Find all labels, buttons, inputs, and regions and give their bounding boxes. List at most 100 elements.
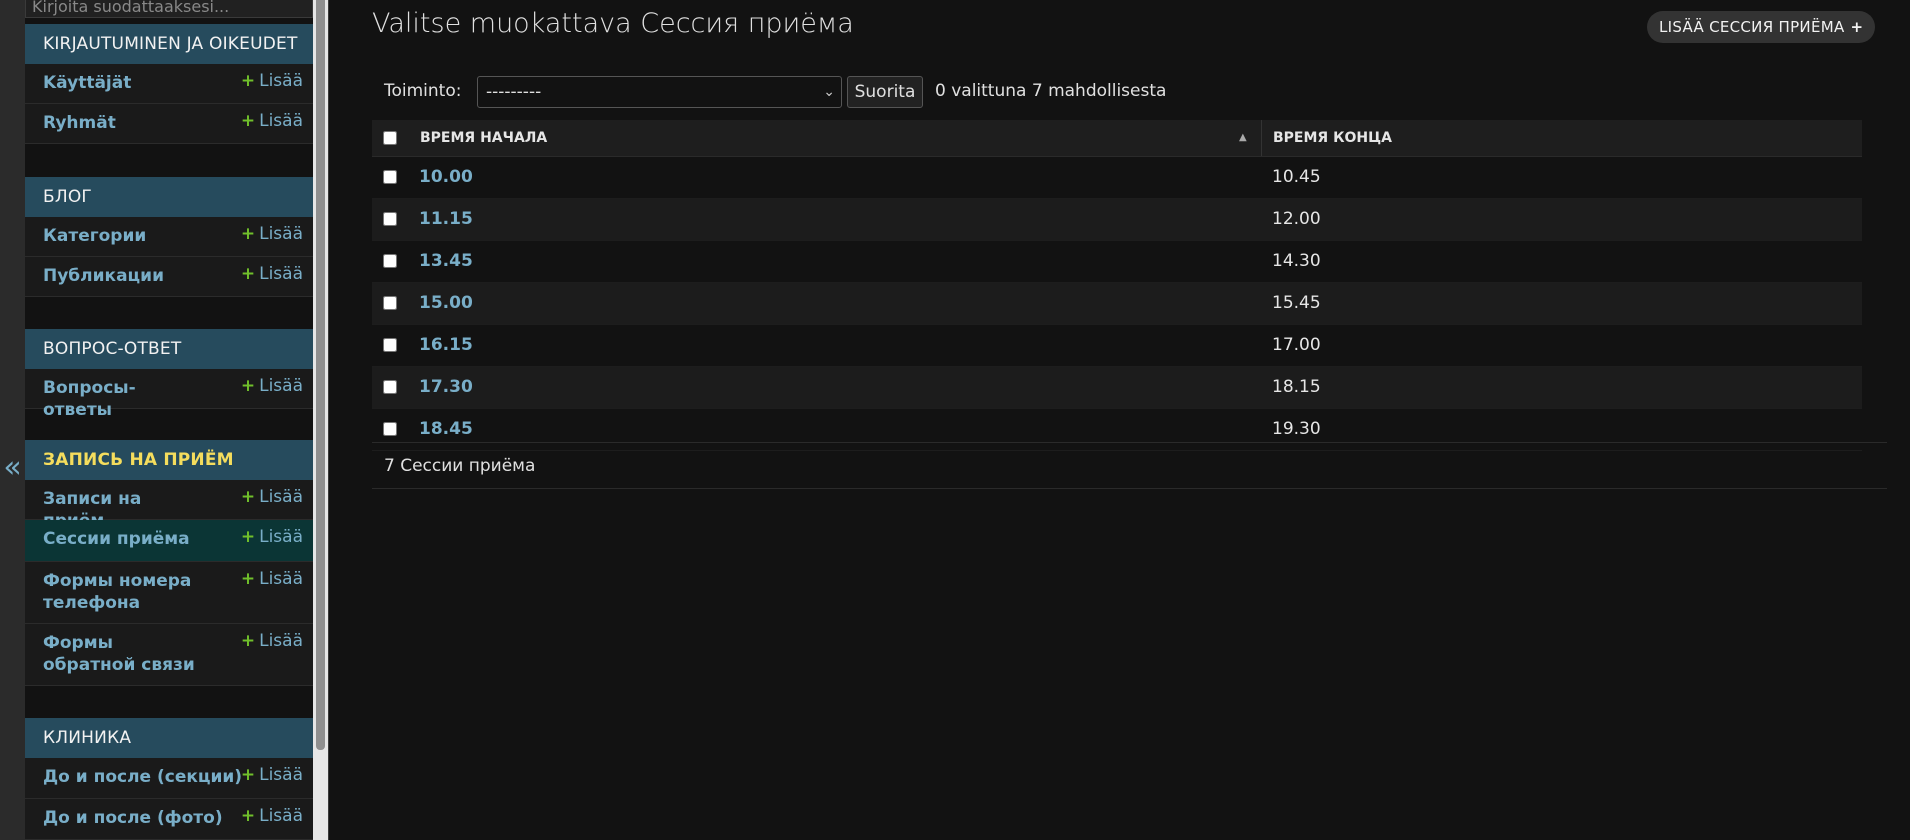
row-checkbox[interactable] (383, 337, 397, 356)
add-link-label: Lisää (259, 376, 303, 396)
sidebar-item-label[interactable]: Публикации (25, 257, 203, 287)
add-link-label: Lisää (259, 765, 303, 785)
sidebar-item-label[interactable]: Категории (25, 217, 203, 247)
column-divider (1261, 120, 1262, 156)
plus-icon: + (240, 527, 256, 547)
plus-icon: + (240, 487, 256, 507)
sidebar-item-label[interactable]: Формы обратной связи (25, 624, 203, 676)
results-table: ВРЕМЯ НАЧАЛА ▲ ВРЕМЯ КОНЦА 10.00 10.45 1… (372, 120, 1862, 451)
select-all-checkbox[interactable] (383, 130, 397, 149)
chevron-down-icon: ⌄ (823, 84, 835, 100)
add-link[interactable]: + Lisää (241, 631, 303, 651)
scrollbar-thumb[interactable] (316, 0, 325, 750)
add-link-label: Lisää (259, 806, 303, 826)
column-header-end-time[interactable]: ВРЕМЯ КОНЦА (1273, 120, 1392, 156)
plus-icon: + (1850, 18, 1864, 36)
row-checkbox[interactable] (383, 211, 397, 230)
app-caption[interactable]: КЛИНИКА (25, 718, 313, 758)
add-link[interactable]: + Lisää (241, 765, 303, 785)
add-link-label: Lisää (259, 631, 303, 651)
sidebar-filter-input[interactable]: Kirjoita suodattaaksesi... (25, 0, 313, 18)
sort-ascending-icon[interactable]: ▲ (1239, 120, 1247, 156)
app-caption[interactable]: ВОПРОС-ОТВЕТ (25, 329, 313, 369)
sidebar-item-publications: Публикации + Lisää (25, 257, 313, 297)
add-link[interactable]: + Lisää (241, 224, 303, 244)
row-checkbox[interactable] (383, 169, 397, 188)
row-end-time: 14.30 (1272, 251, 1321, 271)
sidebar-item-users: Käyttäjät + Lisää (25, 64, 313, 104)
plus-icon: + (240, 765, 256, 785)
add-link[interactable]: + Lisää (241, 569, 303, 589)
row-start-link[interactable]: 10.00 (419, 157, 473, 198)
row-checkbox[interactable] (383, 253, 397, 272)
sidebar-item-faq: Вопросы-ответы + Lisää (25, 369, 313, 420)
app-caption[interactable]: ЗАПИСЬ НА ПРИЁМ (25, 440, 313, 480)
table-row: 17.30 18.15 (372, 367, 1862, 409)
sidebar-item-appointments: Записи на приём +Lisää (25, 480, 313, 531)
sidebar-item-label[interactable]: Вопросы-ответы (25, 369, 203, 421)
row-checkbox[interactable] (383, 295, 397, 314)
app-module-faq: ВОПРОС-ОТВЕТ Вопросы-ответы + Lisää (25, 329, 313, 420)
plus-icon: + (240, 376, 256, 396)
collapse-sidebar-icon[interactable]: « (0, 450, 25, 486)
add-link-label: Lisää (259, 224, 303, 244)
row-checkbox[interactable] (383, 421, 397, 440)
sidebar-item-label[interactable]: Формы номера телефона (25, 562, 203, 614)
sidebar-item-label[interactable]: Ryhmät (25, 104, 203, 134)
sidebar-scrollbar[interactable] (313, 0, 328, 840)
sidebar-item-label[interactable]: До и после (фото) (25, 799, 243, 829)
app-caption[interactable]: KIRJAUTUMINEN JA OIKEUDET (25, 24, 313, 64)
sidebar-gutter (0, 0, 25, 840)
table-row: 16.15 17.00 (372, 325, 1862, 367)
sidebar-item-label[interactable]: Käyttäjät (25, 64, 203, 94)
action-select-value: --------- (486, 82, 542, 102)
plus-icon: + (240, 71, 256, 91)
run-action-button[interactable]: Suorita (847, 76, 923, 108)
add-link[interactable]: + Lisää (241, 527, 303, 547)
add-link[interactable]: + Lisää (241, 487, 303, 507)
add-link[interactable]: + Lisää (241, 71, 303, 91)
plus-icon: + (240, 569, 256, 589)
column-header-start-time[interactable]: ВРЕМЯ НАЧАЛА (420, 120, 547, 156)
row-start-link[interactable]: 13.45 (419, 241, 473, 282)
app-module-clinic: КЛИНИКА До и после (секции) + Lisää До и … (25, 718, 313, 840)
sidebar-item-groups: Ryhmät + Lisää (25, 104, 313, 144)
add-link[interactable]: + Lisää (241, 264, 303, 284)
add-link-label: Lisää (259, 71, 303, 91)
add-link[interactable]: + Lisää (241, 376, 303, 396)
app-module-appointments: ЗАПИСЬ НА ПРИЁМ Записи на приём +Lisää С… (25, 440, 313, 686)
add-session-button-label: LISÄÄ СЕССИЯ ПРИЁМА (1659, 18, 1845, 36)
table-row: 15.00 15.45 (372, 283, 1862, 325)
plus-icon: + (240, 224, 256, 244)
add-link-label: Lisää (259, 264, 303, 284)
plus-icon: + (240, 264, 256, 284)
actions-label: Toiminto: (384, 81, 462, 101)
row-start-link[interactable]: 11.15 (419, 199, 473, 240)
sidebar-item-phone-forms: Формы номера телефона + Lisää (25, 562, 313, 624)
app-caption[interactable]: БЛОГ (25, 177, 313, 217)
table-row: 13.45 14.30 (372, 241, 1862, 283)
sidebar-item-label[interactable]: До и после (секции) (25, 758, 243, 788)
add-link[interactable]: + Lisää (241, 111, 303, 131)
table-header: ВРЕМЯ НАЧАЛА ▲ ВРЕМЯ КОНЦА (372, 120, 1862, 157)
sidebar-divider (328, 0, 329, 840)
table-row: 10.00 10.45 (372, 157, 1862, 199)
row-end-time: 12.00 (1272, 209, 1321, 229)
add-link-label: Lisää (259, 527, 303, 547)
row-start-link[interactable]: 17.30 (419, 367, 473, 408)
paginator: 7 Сессии приёма (372, 442, 1887, 489)
add-session-button[interactable]: LISÄÄ СЕССИЯ ПРИЁМА + (1647, 11, 1876, 43)
add-link-label: Lisää (259, 569, 303, 589)
sidebar-item-sessions: Сессии приёма + Lisää (25, 520, 313, 562)
row-start-link[interactable]: 15.00 (419, 283, 473, 324)
sidebar: Kirjoita suodattaaksesi... KIRJAUTUMINEN… (25, 0, 313, 840)
table-row: 11.15 12.00 (372, 199, 1862, 241)
add-link[interactable]: + Lisää (241, 806, 303, 826)
row-start-link[interactable]: 16.15 (419, 325, 473, 366)
row-checkbox[interactable] (383, 379, 397, 398)
app-module-blog: БЛОГ Категории + Lisää Публикации + Lisää (25, 177, 313, 297)
sidebar-item-before-after-sections: До и после (секции) + Lisää (25, 758, 313, 799)
actions-bar: Toiminto: --------- ⌄ Suorita 0 valittun… (372, 76, 1887, 108)
sidebar-item-label[interactable]: Сессии приёма (25, 520, 203, 550)
action-select[interactable]: --------- ⌄ (477, 76, 842, 108)
